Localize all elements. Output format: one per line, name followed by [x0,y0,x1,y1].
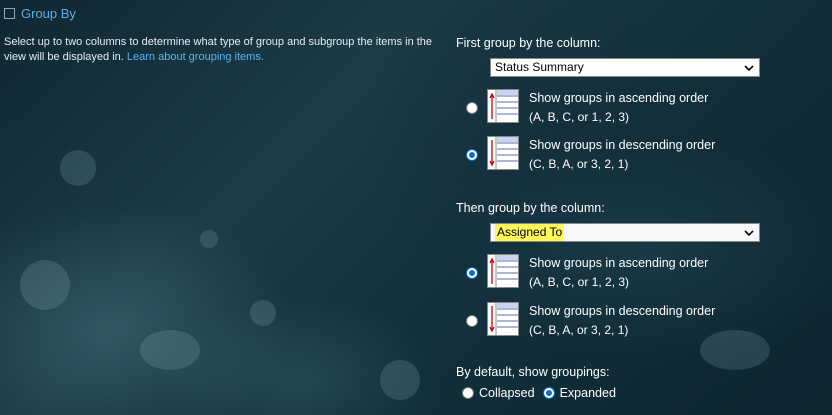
group-by-section: Group By Select up to two columns to det… [4,6,444,65]
option-title: Show groups in descending order [529,138,716,152]
collapsed-label[interactable]: Collapsed [479,386,535,400]
first-group-descending-option[interactable]: Show groups in descending order (C, B, A… [466,136,715,174]
chevron-down-icon [744,229,754,236]
section-heading: Group By [4,6,444,21]
option-subtitle: (A, B, C, or 1, 2, 3) [529,275,630,289]
learn-more-link[interactable]: Learn about grouping items. [127,51,264,63]
sort-ascending-icon [487,254,519,288]
collapsed-radio[interactable] [462,387,474,399]
option-title: Show groups in ascending order [529,91,709,105]
chevron-down-icon [744,64,754,71]
second-group-ascending-option[interactable]: Show groups in ascending order (A, B, C,… [466,254,708,292]
background-bubble [20,260,70,310]
background-bubble [250,300,276,326]
expanded-label[interactable]: Expanded [560,386,616,400]
sort-ascending-icon [487,89,519,123]
background-bubble [140,330,200,370]
option-title: Show groups in ascending order [529,256,709,270]
option-subtitle: (C, B, A, or 3, 2, 1) [529,323,629,337]
expanded-radio[interactable] [542,387,555,399]
section-collapse-icon[interactable] [4,8,15,19]
second-ascending-radio[interactable] [466,267,478,279]
second-group-selected-value: Assigned To [495,224,565,241]
section-title: Group By [21,6,76,21]
second-group-label: Then group by the column: [456,201,605,215]
option-title: Show groups in descending order [529,304,716,318]
second-group-select[interactable]: Assigned To [490,223,760,242]
default-groupings-label: By default, show groupings: [456,365,610,379]
first-descending-radio[interactable] [466,149,478,161]
first-group-selected-value: Status Summary [495,60,584,74]
background-bubble [380,360,420,400]
first-group-label: First group by the column: [456,36,601,50]
option-subtitle: (A, B, C, or 1, 2, 3) [529,110,630,124]
option-subtitle: (C, B, A, or 3, 2, 1) [529,157,629,171]
first-group-select[interactable]: Status Summary [490,58,760,77]
sort-descending-icon [487,136,519,170]
background-bubble [60,150,96,186]
sort-descending-icon [487,302,519,336]
default-groupings-options: Collapsed Expanded [462,386,624,400]
first-ascending-radio[interactable] [466,102,478,114]
background-bubble [200,230,218,248]
section-description: Select up to two columns to determine wh… [4,35,444,65]
second-descending-radio[interactable] [466,315,478,327]
first-group-ascending-option[interactable]: Show groups in ascending order (A, B, C,… [466,89,708,127]
second-group-descending-option[interactable]: Show groups in descending order (C, B, A… [466,302,715,340]
